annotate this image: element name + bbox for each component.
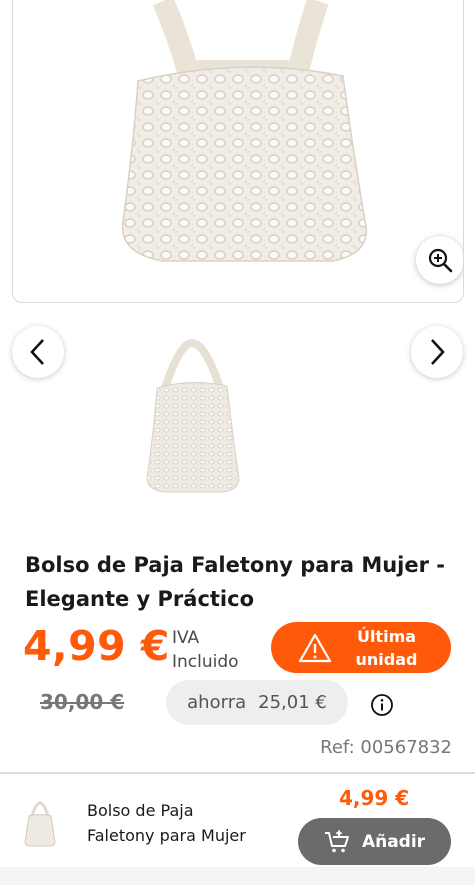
last-unit-text: Última unidad xyxy=(332,625,451,671)
product-reference: Ref: 00567832 xyxy=(320,737,452,758)
info-icon[interactable] xyxy=(370,693,394,717)
sticky-name-line1: Bolso de Paja xyxy=(87,801,194,820)
last-unit-line1: Última xyxy=(356,626,417,646)
bag-image xyxy=(121,0,367,262)
chevron-left-icon xyxy=(30,339,44,365)
tax-note: IVA Incluido xyxy=(172,626,239,674)
sticky-product-name: Bolso de Paja Faletony para Mujer xyxy=(87,798,277,848)
next-image-button[interactable] xyxy=(411,326,463,378)
add-to-cart-label: Añadir xyxy=(361,831,426,852)
savings-value: 25,01 € xyxy=(258,692,327,713)
tax-note-line2: Incluido xyxy=(172,652,239,672)
prev-image-button[interactable] xyxy=(12,326,64,378)
thumbnail-image[interactable] xyxy=(135,338,250,498)
savings-label: ahorra xyxy=(187,692,247,713)
last-unit-badge: Última unidad xyxy=(271,622,451,673)
thumbnail-bag-icon xyxy=(146,338,240,493)
sticky-price: 4,99 € xyxy=(339,786,410,810)
current-price: 4,99 € xyxy=(23,622,170,670)
last-unit-line2: unidad xyxy=(355,649,418,669)
cart-add-icon xyxy=(324,830,349,852)
mini-thumbnail xyxy=(24,801,56,847)
add-to-cart-button[interactable]: Añadir xyxy=(298,818,451,865)
product-title: Bolso de Paja Faletony para Mujer - Eleg… xyxy=(25,553,445,611)
chevron-right-icon xyxy=(431,339,445,365)
warning-icon xyxy=(298,633,332,662)
zoom-in-icon xyxy=(428,248,453,273)
sticky-cart-bar: Bolso de Paja Faletony para Mujer 4,99 €… xyxy=(0,772,475,869)
savings-pill: ahorra 25,01 € xyxy=(166,680,348,725)
tax-note-line1: IVA xyxy=(172,628,200,648)
bottom-strip xyxy=(0,867,475,885)
sticky-name-line2: Faletony para Mujer xyxy=(87,826,246,845)
zoom-button[interactable] xyxy=(416,236,463,284)
old-price: 30,00 € xyxy=(40,690,125,714)
main-product-image[interactable] xyxy=(12,0,464,303)
